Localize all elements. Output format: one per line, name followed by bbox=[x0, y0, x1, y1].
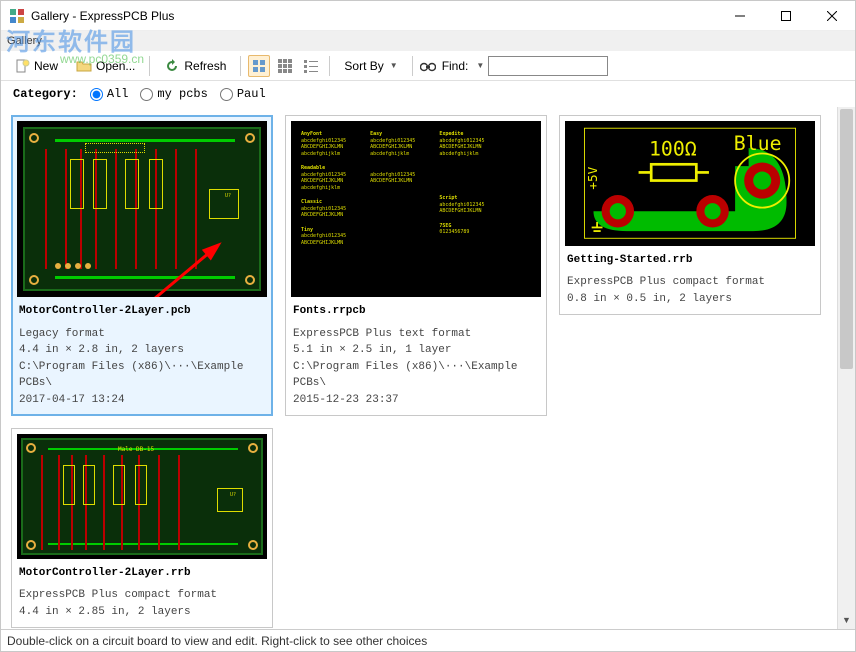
toolbar-separator bbox=[329, 56, 330, 76]
scrollbar-thumb[interactable] bbox=[840, 109, 853, 369]
pcb-filename: MotorController-2Layer.rrb bbox=[19, 565, 265, 582]
refresh-label: Refresh bbox=[184, 59, 226, 73]
folder-open-icon bbox=[76, 58, 92, 74]
open-button[interactable]: Open... bbox=[69, 55, 142, 77]
window-title: Gallery - ExpressPCB Plus bbox=[31, 9, 717, 23]
pcb-thumbnail: 100Ω Blue +5V bbox=[565, 121, 815, 246]
pcb-meta: Getting-Started.rrb ExpressPCB Plus comp… bbox=[565, 246, 815, 310]
new-label: New bbox=[34, 59, 58, 73]
find-label: Find: bbox=[442, 59, 469, 73]
category-label: Category: bbox=[13, 87, 78, 101]
category-radio-mypcbs[interactable]: my pcbs bbox=[140, 87, 207, 101]
pcb-thumbnail: U? bbox=[17, 121, 267, 297]
menu-gallery[interactable]: Gallery bbox=[7, 35, 42, 47]
pcb-path: C:\Program Files (x86)\···\Example PCBs\ bbox=[19, 359, 265, 392]
pcb-format: ExpressPCB Plus compact format bbox=[567, 274, 813, 291]
pcb-dims: 0.8 in × 0.5 in, 2 layers bbox=[567, 291, 813, 308]
binoculars-icon bbox=[420, 58, 436, 74]
pcb-format: Legacy format bbox=[19, 326, 265, 343]
content-area: U? MotorController-2Layer.pcb Legacy for… bbox=[1, 107, 855, 629]
toolbar-separator bbox=[412, 56, 413, 76]
pcb-filename: Fonts.rrpcb bbox=[293, 303, 539, 320]
pcb-format: ExpressPCB Plus text format bbox=[293, 326, 539, 343]
pcb-date: 2015-12-23 23:37 bbox=[293, 392, 539, 409]
pcb-card[interactable]: 100Ω Blue +5V Getting-Started.rrb Expres… bbox=[559, 115, 821, 315]
view-list-icon[interactable] bbox=[300, 55, 322, 77]
pcb-meta: Fonts.rrpcb ExpressPCB Plus text format … bbox=[291, 297, 541, 410]
pcb-format: ExpressPCB Plus compact format bbox=[19, 587, 265, 604]
pcb-card[interactable]: U? MotorController-2Layer.pcb Legacy for… bbox=[11, 115, 273, 416]
gallery-grid: U? MotorController-2Layer.pcb Legacy for… bbox=[1, 107, 837, 629]
refresh-button[interactable]: Refresh bbox=[157, 55, 233, 77]
category-radio-all[interactable]: All bbox=[90, 87, 129, 101]
title-bar: Gallery - ExpressPCB Plus bbox=[1, 1, 855, 31]
pcb-dims: 4.4 in × 2.85 in, 2 layers bbox=[19, 604, 265, 621]
toolbar-separator bbox=[240, 56, 241, 76]
pcb-filename: MotorController-2Layer.pcb bbox=[19, 303, 265, 320]
chevron-down-icon: ▼ bbox=[390, 61, 398, 70]
pcb-path: C:\Program Files (x86)\···\Example PCBs\ bbox=[293, 359, 539, 392]
scroll-down-arrow[interactable]: ▼ bbox=[838, 611, 855, 629]
pcb-dims: 4.4 in × 2.8 in, 2 layers bbox=[19, 342, 265, 359]
minimize-button[interactable] bbox=[717, 1, 763, 31]
sortby-button[interactable]: Sort By ▼ bbox=[337, 56, 404, 76]
svg-text:Blue: Blue bbox=[734, 132, 782, 155]
pcb-meta: MotorController-2Layer.pcb Legacy format… bbox=[17, 297, 267, 410]
pcb-card[interactable]: AnyFontabcdefghi012345ABCDEFGHIJKLMNabcd… bbox=[285, 115, 547, 416]
pcb-card[interactable]: Male DB-15 U? MotorController-2Layer.rrb… bbox=[11, 428, 273, 628]
pcb-thumbnail: AnyFontabcdefghi012345ABCDEFGHIJKLMNabcd… bbox=[291, 121, 541, 297]
app-window: Gallery - ExpressPCB Plus Gallery 河东软件园 … bbox=[0, 0, 856, 652]
svg-text:100Ω: 100Ω bbox=[649, 137, 697, 160]
new-button[interactable]: New bbox=[7, 55, 65, 77]
status-bar: Double-click on a circuit board to view … bbox=[1, 629, 855, 651]
pcb-filename: Getting-Started.rrb bbox=[567, 252, 813, 269]
app-icon bbox=[9, 8, 25, 24]
new-file-icon bbox=[14, 58, 30, 74]
refresh-icon bbox=[164, 58, 180, 74]
pcb-meta: MotorController-2Layer.rrb ExpressPCB Pl… bbox=[17, 559, 267, 623]
view-large-icon[interactable] bbox=[248, 55, 270, 77]
vertical-scrollbar[interactable]: ▲ ▼ bbox=[837, 107, 855, 629]
pcb-thumbnail: Male DB-15 U? bbox=[17, 434, 267, 559]
svg-text:+5V: +5V bbox=[585, 166, 600, 189]
pcb-date: 2017-04-17 13:24 bbox=[19, 392, 265, 409]
category-radio-paul[interactable]: Paul bbox=[220, 87, 266, 101]
category-bar: Category: All my pcbs Paul bbox=[1, 81, 855, 107]
status-text: Double-click on a circuit board to view … bbox=[7, 634, 427, 648]
toolbar-separator bbox=[149, 56, 150, 76]
pcb-dims: 5.1 in × 2.5 in, 1 layer bbox=[293, 342, 539, 359]
maximize-button[interactable] bbox=[763, 1, 809, 31]
menu-bar: Gallery bbox=[1, 31, 855, 51]
sortby-label: Sort By bbox=[344, 59, 383, 73]
view-medium-icon[interactable] bbox=[274, 55, 296, 77]
toolbar: New Open... Refresh Sort By ▼ Find: ▼ bbox=[1, 51, 855, 81]
find-input[interactable] bbox=[488, 56, 608, 76]
open-label: Open... bbox=[96, 59, 135, 73]
chevron-down-icon[interactable]: ▼ bbox=[476, 61, 484, 70]
close-button[interactable] bbox=[809, 1, 855, 31]
